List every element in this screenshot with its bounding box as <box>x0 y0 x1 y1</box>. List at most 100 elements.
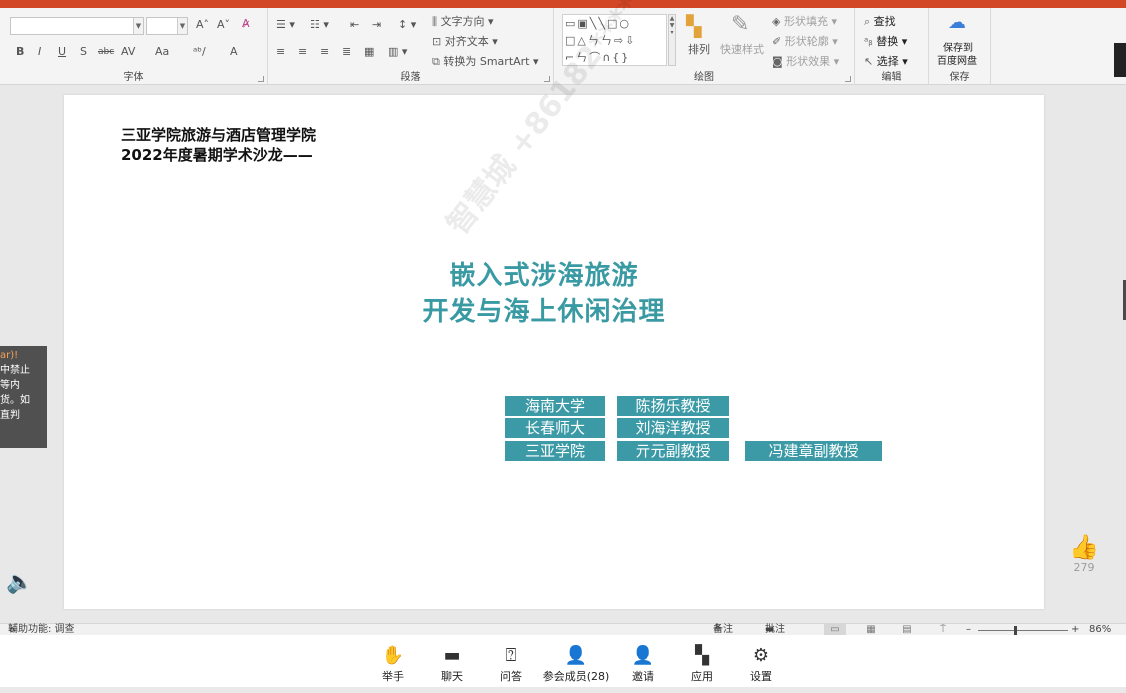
align-right-icon[interactable]: ≡ <box>320 45 329 58</box>
settings-button[interactable]: ⚙ 设置 <box>731 645 791 684</box>
shape-outline-label: 形状轮廓 <box>784 35 829 48</box>
decrease-indent-icon[interactable]: ⇤ <box>350 18 359 31</box>
font-size-combo[interactable]: ▼ <box>146 17 188 35</box>
slide-header: 三亚学院旅游与酒店管理学院 2022年度暑期学术沙龙—— <box>121 125 316 165</box>
font-color-button[interactable]: A <box>230 45 238 58</box>
find-label: 查找 <box>873 15 896 28</box>
numbering-icon[interactable]: ☷ ▾ <box>310 18 329 31</box>
align-left-icon[interactable]: ≡ <box>276 45 285 58</box>
slide-canvas: 三亚学院旅游与酒店管理学院 2022年度暑期学术沙龙—— 智慧城 +86182*… <box>0 0 1126 623</box>
replace-label: 替换 <box>876 35 899 48</box>
notice-line: 中禁止 <box>0 365 30 376</box>
collapse-panel-handle[interactable] <box>1114 43 1126 77</box>
thumbs-up-icon: 👍 <box>1069 533 1099 561</box>
italic-button[interactable]: I <box>38 45 41 58</box>
chat-icon: ▬ <box>443 645 461 666</box>
shapes-gallery-more-icon[interactable]: ▲ ▼ ▾ <box>668 14 676 66</box>
save-group-label: 保存 <box>949 72 970 83</box>
underline-button[interactable]: U <box>58 45 66 58</box>
select-button[interactable]: ↖ 选择 ▾ <box>864 53 908 69</box>
window-bottom-edge <box>0 687 1126 693</box>
baidu-pan-label[interactable]: 百度网盘 <box>937 52 977 67</box>
drawing-dialog-launcher-icon[interactable] <box>845 76 851 82</box>
add-user-icon: 👤 <box>631 645 655 666</box>
notice-popup: ar)! 中禁止 等内 货。如 直判 <box>0 346 47 448</box>
strikethrough-button[interactable]: abc <box>98 47 114 57</box>
slide-header-line2: 2022年度暑期学术沙龙—— <box>121 146 313 164</box>
tag-chen-yangle: 陈扬乐教授 <box>617 396 729 416</box>
font-dialog-launcher-icon[interactable] <box>258 76 264 82</box>
distributed-icon[interactable]: ▦ <box>364 45 374 58</box>
settings-label: 设置 <box>750 670 772 683</box>
shape-fill-label: 形状填充 <box>783 15 828 28</box>
editing-group-label: 编辑 <box>881 72 902 83</box>
justify-icon[interactable]: ≣ <box>342 45 351 58</box>
invite-button[interactable]: 👤 邀请 <box>613 645 673 684</box>
change-case-button[interactable]: Aa <box>155 45 169 58</box>
replace-button[interactable]: ᵃᵦ 替换 ▾ <box>864 33 907 49</box>
raise-hand-label: 举手 <box>382 670 404 683</box>
apps-icon: ▚ <box>695 645 709 666</box>
slide-title: 嵌入式涉海旅游 开发与海上休闲治理 <box>239 258 849 330</box>
bold-button[interactable]: B <box>16 45 24 58</box>
slide[interactable]: 三亚学院旅游与酒店管理学院 2022年度暑期学术沙龙—— 智慧城 +86182*… <box>64 0 1044 609</box>
shape-outline-button[interactable]: ✐ 形状轮廓 ▾ <box>772 33 838 49</box>
raise-hand-button[interactable]: ✋ 举手 <box>363 645 423 684</box>
apps-button[interactable]: ▚ 应用 <box>672 645 732 684</box>
shadow-button[interactable]: S <box>80 45 87 58</box>
like-button[interactable]: 👍 279 <box>1068 533 1100 574</box>
save-group: ☁ 保存到 百度网盘 保存 <box>929 8 991 85</box>
notice-line: 货。如 <box>0 395 30 406</box>
find-button[interactable]: ⌕ 查找 <box>864 13 896 29</box>
highlight-icon[interactable]: ᵃᵇ/ <box>193 45 206 58</box>
paragraph-group-label: 段落 <box>400 72 421 83</box>
align-center-icon[interactable]: ≡ <box>298 45 307 58</box>
arrange-icon[interactable]: ▚ <box>686 14 701 38</box>
font-name-combo[interactable]: ▼ <box>10 17 144 35</box>
text-direction-button[interactable]: ⫼ 文字方向 ▾ <box>432 13 494 29</box>
convert-smartart-button[interactable]: ⧉ 转换为 SmartArt ▾ <box>432 53 539 69</box>
grow-font-icon[interactable]: A˄ <box>196 18 209 31</box>
qa-button[interactable]: ⍰ 问答 <box>481 645 541 684</box>
tag-sanya-university: 三亚学院 <box>505 441 605 461</box>
font-group: ▼ ▼ A˄ A˅ A̷ B I U S abc AV Aa ᵃᵇ/ A 字体 <box>0 8 268 85</box>
cursor-icon: ↖ <box>864 55 874 68</box>
participants-button[interactable]: 👤 参会成员(28) <box>540 645 612 684</box>
paint-bucket-icon: ◈ <box>772 15 781 28</box>
replace-icon: ᵃᵦ <box>864 35 873 48</box>
shape-effects-button[interactable]: ◙ 形状效果 ▾ <box>772 53 839 69</box>
text-direction-label: 文字方向 <box>440 15 485 28</box>
tag-feng-jianzhang: 冯建章副教授 <box>745 441 882 461</box>
smartart-icon: ⧉ <box>432 55 440 68</box>
paragraph-group: ☰ ▾ ☷ ▾ ⇤ ⇥ ↕ ▾ ⫼ 文字方向 ▾ ⊡ 对齐文本 ▾ ⧉ 转换为 … <box>268 8 554 85</box>
title-bar-strip <box>0 0 1126 8</box>
char-spacing-button[interactable]: AV <box>121 45 135 58</box>
select-label: 选择 <box>876 55 899 68</box>
text-direction-icon: ⫼ <box>432 15 438 28</box>
font-group-label: 字体 <box>123 72 144 83</box>
zoom-slider-thumb[interactable] <box>1014 626 1017 635</box>
convert-smartart-label: 转换为 SmartArt <box>443 55 530 68</box>
arrange-button[interactable]: 排列 <box>688 41 710 57</box>
line-spacing-icon[interactable]: ↕ ▾ <box>398 18 416 31</box>
align-text-button[interactable]: ⊡ 对齐文本 ▾ <box>432 33 498 49</box>
invite-label: 邀请 <box>632 670 654 683</box>
zoom-slider[interactable] <box>978 630 1068 631</box>
columns-icon[interactable]: ▥ ▾ <box>388 45 407 58</box>
status-bar: ♿ 辅助功能: 调查 ≜ 备注 ▬ 批注 ▭ ▦ ▤ ⍑ – + 86% <box>0 623 1126 636</box>
chat-button[interactable]: ▬ 聊天 <box>422 645 482 684</box>
baidu-cloud-icon[interactable]: ☁ <box>948 12 966 33</box>
notice-line: 等内 <box>0 380 20 391</box>
bullets-icon[interactable]: ☰ ▾ <box>276 18 295 31</box>
shape-fill-button[interactable]: ◈ 形状填充 ▾ <box>772 13 837 29</box>
align-text-icon: ⊡ <box>432 35 442 48</box>
clear-format-icon[interactable]: A̷ <box>242 17 250 30</box>
notice-line: 直判 <box>0 410 20 421</box>
quick-styles-icon[interactable]: ✎ <box>731 12 749 37</box>
quick-styles-button[interactable]: 快速样式 <box>720 41 764 57</box>
shrink-font-icon[interactable]: A˅ <box>217 18 230 31</box>
increase-indent-icon[interactable]: ⇥ <box>372 18 381 31</box>
align-text-label: 对齐文本 <box>444 35 489 48</box>
speaker-icon[interactable]: 🔈 <box>6 570 33 595</box>
search-icon: ⌕ <box>864 15 871 28</box>
